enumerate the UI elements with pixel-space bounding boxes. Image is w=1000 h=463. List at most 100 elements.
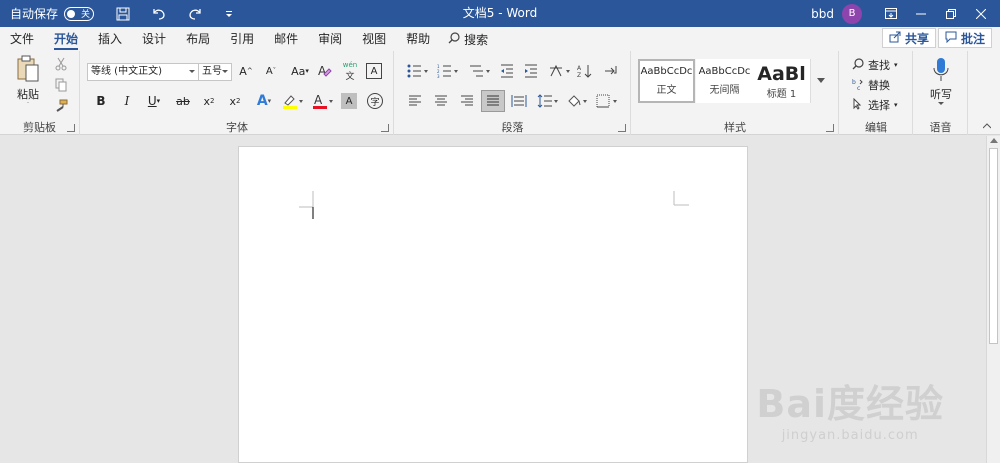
character-border-icon[interactable]: A xyxy=(366,63,382,79)
enclose-characters-icon[interactable]: 字 xyxy=(367,93,383,109)
paste-button[interactable]: 粘贴 xyxy=(10,55,46,103)
change-case-icon[interactable]: Aa ▾ xyxy=(286,61,314,81)
highlight-color-icon[interactable] xyxy=(279,91,307,111)
strikethrough-icon[interactable]: ab xyxy=(173,91,193,111)
font-group-label: 字体 xyxy=(226,121,248,134)
svg-text:b: b xyxy=(852,79,856,86)
save-icon[interactable] xyxy=(108,0,138,27)
justify-icon[interactable] xyxy=(481,90,505,112)
margin-corner-top-right xyxy=(673,191,689,206)
shading-icon[interactable] xyxy=(563,91,591,111)
style-no-spacing[interactable]: AaBbCcDc 无间隔 xyxy=(696,59,753,103)
dictate-button[interactable]: 听写 xyxy=(920,55,962,107)
find-button[interactable]: 查找 ▾ xyxy=(852,57,898,73)
superscript-icon[interactable]: x2 xyxy=(225,91,245,111)
avatar[interactable]: B xyxy=(842,3,862,24)
distributed-icon[interactable] xyxy=(509,91,529,111)
tab-help[interactable]: 帮助 xyxy=(396,27,440,51)
phonetic-guide-icon[interactable]: wén 文 xyxy=(340,59,360,83)
tab-design[interactable]: 设计 xyxy=(132,27,176,51)
cut-icon[interactable] xyxy=(52,55,70,73)
align-left-icon[interactable] xyxy=(405,91,425,111)
style-normal[interactable]: AaBbCcDc 正文 xyxy=(638,59,695,103)
tab-references[interactable]: 引用 xyxy=(220,27,264,51)
style-heading-1-name: 标题 1 xyxy=(766,88,797,100)
sort-icon[interactable]: AZ xyxy=(575,61,595,81)
tab-view[interactable]: 视图 xyxy=(352,27,396,51)
scroll-up-icon[interactable] xyxy=(990,138,998,143)
share-button[interactable]: 共享 xyxy=(881,28,936,48)
format-painter-icon[interactable] xyxy=(52,97,70,115)
shrink-font-icon[interactable]: Aˇ xyxy=(261,61,281,81)
tab-file[interactable]: 文件 xyxy=(0,27,44,51)
undo-icon[interactable] xyxy=(144,0,174,27)
copy-icon[interactable] xyxy=(52,76,70,94)
ribbon-display-options-icon[interactable] xyxy=(876,0,906,27)
decrease-indent-icon[interactable] xyxy=(497,61,517,81)
style-heading-1[interactable]: AaBl 标题 1 xyxy=(753,59,810,103)
clipboard-launcher[interactable] xyxy=(67,124,75,132)
ribbon: 粘贴 剪贴板 等线 (中文正文) 五号 A ^ Aˇ Aa ▾ A wén 文 … xyxy=(0,51,1000,135)
close-icon[interactable] xyxy=(966,0,996,27)
numbering-icon[interactable]: 123 xyxy=(435,61,461,81)
font-size-combo[interactable]: 五号 xyxy=(198,63,232,81)
comment-icon xyxy=(945,31,957,46)
styles-group: AaBbCcDc 正文 AaBbCcDc 无间隔 AaBl 标题 1 样式 xyxy=(632,51,839,135)
bullets-icon[interactable] xyxy=(405,61,431,81)
grow-font-icon[interactable]: A ^ xyxy=(236,61,256,81)
text-effects-icon[interactable]: A ▾ xyxy=(251,91,277,111)
font-launcher[interactable] xyxy=(381,124,389,132)
redo-icon[interactable] xyxy=(180,0,210,27)
watermark: Bai度经验 jingyan.baidu.com xyxy=(756,373,944,443)
multilevel-list-icon[interactable] xyxy=(467,61,493,81)
subscript-icon[interactable]: x2 xyxy=(199,91,219,111)
restore-icon[interactable] xyxy=(936,0,966,27)
customize-qat-icon[interactable] xyxy=(214,0,244,27)
collapse-ribbon-icon[interactable] xyxy=(980,119,994,133)
svg-text:Z: Z xyxy=(577,72,581,78)
vertical-scrollbar[interactable] xyxy=(986,136,1000,463)
line-spacing-icon[interactable] xyxy=(535,91,561,111)
align-right-icon[interactable] xyxy=(457,91,477,111)
comments-button[interactable]: 批注 xyxy=(937,28,992,48)
svg-text:A: A xyxy=(314,93,323,107)
paste-label: 粘贴 xyxy=(17,88,39,101)
tab-mailings[interactable]: 邮件 xyxy=(264,27,308,51)
style-no-spacing-sample: AaBbCcDc xyxy=(698,66,751,77)
borders-icon[interactable] xyxy=(593,91,621,111)
paragraph-launcher[interactable] xyxy=(618,124,626,132)
scroll-thumb[interactable] xyxy=(989,148,998,344)
styles-gallery-more[interactable] xyxy=(810,59,830,103)
replace-button[interactable]: bc 替换 xyxy=(852,77,890,93)
voice-group-label: 语音 xyxy=(929,121,952,134)
minimize-icon[interactable] xyxy=(906,0,936,27)
paste-icon xyxy=(16,55,40,86)
clear-formatting-icon[interactable]: A xyxy=(315,61,335,81)
font-color-icon[interactable]: A xyxy=(309,91,337,111)
autosave-label: 自动保存 xyxy=(10,7,59,21)
voice-group: 听写 语音 xyxy=(914,51,968,135)
bold-icon[interactable]: B xyxy=(91,91,111,111)
show-formatting-marks-icon[interactable] xyxy=(601,61,621,81)
tab-layout[interactable]: 布局 xyxy=(176,27,220,51)
svg-text:c: c xyxy=(857,85,860,90)
tab-home[interactable]: 开始 xyxy=(44,27,88,51)
styles-group-label: 样式 xyxy=(724,121,746,134)
tell-me-search[interactable]: 搜索 xyxy=(440,27,496,51)
character-shading-icon[interactable]: A xyxy=(341,93,357,109)
tab-review[interactable]: 审阅 xyxy=(308,27,352,51)
dictate-label: 听写 xyxy=(930,87,952,101)
select-button[interactable]: 选择 ▾ xyxy=(852,97,898,113)
autosave-toggle[interactable]: 关 xyxy=(64,6,95,21)
chinese-layout-icon[interactable] xyxy=(547,61,573,81)
select-label: 选择 xyxy=(868,99,890,112)
font-name-combo[interactable]: 等线 (中文正文) xyxy=(87,63,199,81)
align-center-icon[interactable] xyxy=(431,91,451,111)
underline-icon[interactable]: U ▾ xyxy=(141,91,167,111)
tab-insert[interactable]: 插入 xyxy=(88,27,132,51)
user-name[interactable]: bbd xyxy=(811,7,834,21)
styles-launcher[interactable] xyxy=(826,124,834,132)
increase-indent-icon[interactable] xyxy=(521,61,541,81)
document-page[interactable] xyxy=(238,146,748,463)
italic-icon[interactable]: I xyxy=(117,91,137,111)
